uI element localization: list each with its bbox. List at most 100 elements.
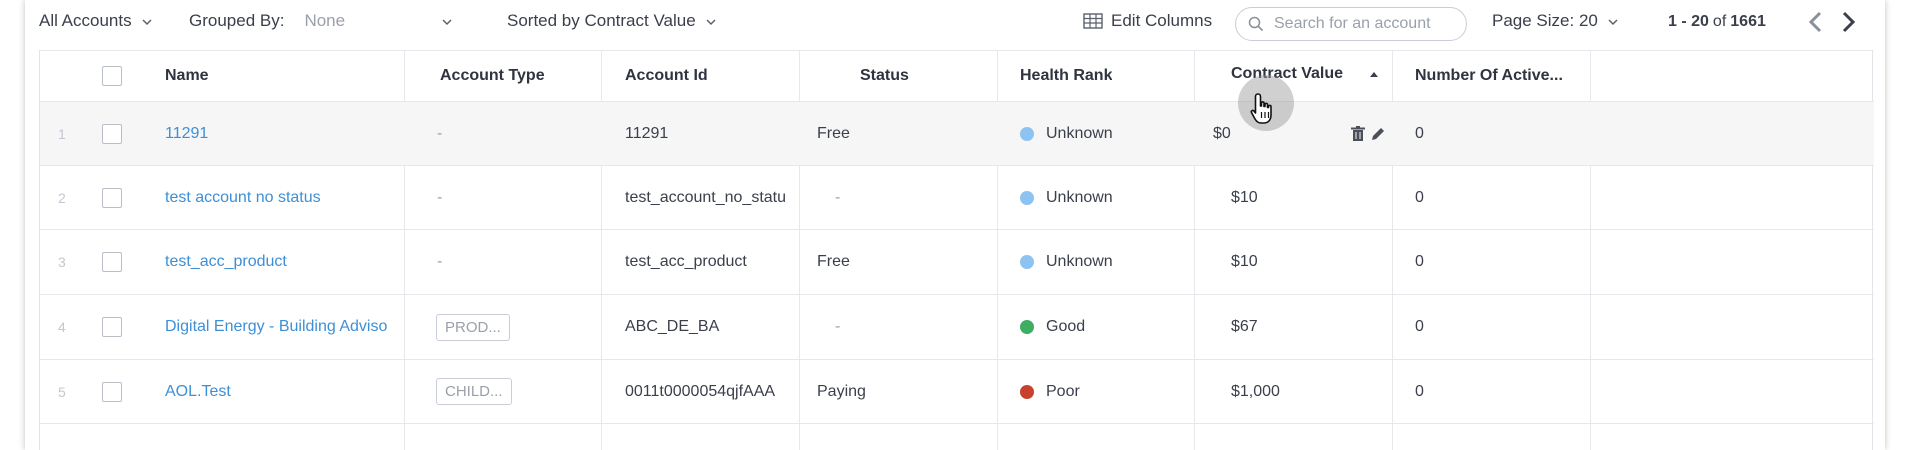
row-checkbox[interactable]: [102, 360, 122, 423]
account-status: Free: [817, 124, 850, 142]
accounts-table: Name Account Type Account Id Status Heal…: [39, 50, 1874, 450]
column-header-status[interactable]: Status: [860, 51, 909, 101]
row-checkbox[interactable]: [102, 102, 122, 165]
sort-ascending-icon: [1369, 70, 1379, 78]
column-header-account-type[interactable]: Account Type: [440, 51, 545, 101]
health-rank-label: Good: [1046, 318, 1086, 335]
column-header-account-id[interactable]: Account Id: [625, 51, 708, 101]
chevron-down-icon: [440, 14, 454, 28]
chevron-right-icon: [1839, 11, 1857, 33]
select-all-checkbox[interactable]: [102, 51, 122, 101]
row-checkbox[interactable]: [102, 230, 122, 294]
account-name-link[interactable]: test_acc_product: [165, 253, 287, 271]
account-status: -: [835, 318, 841, 335]
row-number: 2: [58, 189, 66, 206]
grouped-by-label: Grouped By:: [189, 11, 285, 30]
health-status-dot: [1020, 384, 1034, 399]
grouped-by-value: None: [304, 11, 346, 30]
row-number: 3: [58, 254, 66, 270]
column-header-health-rank[interactable]: Health Rank: [1020, 51, 1112, 101]
column-header-active-users[interactable]: Number Of Active...: [1415, 51, 1563, 101]
account-name-link[interactable]: Digital Energy - Building Adviso: [165, 318, 387, 336]
health-rank-label: Unknown: [1046, 124, 1113, 142]
active-users-count: 0: [1415, 318, 1424, 335]
contract-value: $10: [1231, 253, 1258, 270]
page-size-label: Page Size: 20: [1492, 11, 1598, 30]
table-header: Name Account Type Account Id Status Heal…: [40, 50, 1874, 102]
column-header-name[interactable]: Name: [165, 51, 209, 101]
contract-value: $10: [1231, 188, 1258, 206]
account-type-tag: PROD...: [436, 313, 510, 341]
health-rank: Poor: [1020, 360, 1080, 423]
account-name-link[interactable]: 11291: [165, 125, 208, 143]
health-status-dot: [1020, 126, 1034, 141]
chevron-down-icon: [704, 14, 718, 28]
page-size-selector[interactable]: Page Size: 20: [1492, 11, 1620, 31]
account-id: 11291: [625, 124, 669, 142]
view-label: All Accounts: [39, 11, 132, 30]
active-users-count: 0: [1415, 124, 1424, 142]
account-type: -: [437, 188, 443, 206]
row-number: 1: [58, 125, 66, 142]
table-row[interactable]: 5 AOL.Test CHILD... 0011t0000054qjfAAA P…: [40, 360, 1874, 424]
row-checkbox[interactable]: [102, 166, 122, 229]
contract-value: $1,000: [1231, 382, 1280, 400]
account-id: test_acc_product: [625, 253, 747, 270]
active-users-count: 0: [1415, 188, 1424, 206]
delete-icon[interactable]: [1351, 102, 1365, 165]
row-number: 4: [58, 319, 66, 335]
account-name-link[interactable]: AOL.Test: [165, 383, 231, 401]
hand-cursor-icon: [1249, 92, 1277, 131]
active-users-count: 0: [1415, 382, 1424, 400]
account-status: Paying: [817, 382, 866, 400]
edit-pencil-icon[interactable]: [1370, 102, 1386, 165]
table-row[interactable]: 3 test_acc_product - test_acc_product Fr…: [40, 230, 1874, 295]
row-number: 5: [58, 383, 66, 400]
search-input[interactable]: [1272, 14, 1452, 34]
sort-label: Sorted by Contract Value: [507, 11, 696, 30]
table-row[interactable]: 2 test account no status - test_account_…: [40, 166, 1874, 230]
search-box: [1235, 7, 1467, 41]
health-status-dot: [1020, 190, 1034, 205]
search-icon: [1248, 16, 1264, 32]
pagination-text: 1 - 20 of 1661: [1668, 13, 1766, 31]
edit-columns-button[interactable]: Edit Columns: [1083, 11, 1212, 31]
health-status-dot: [1020, 255, 1034, 269]
row-checkbox[interactable]: [102, 295, 122, 359]
next-page-button[interactable]: [1835, 9, 1861, 35]
account-type: -: [437, 253, 443, 270]
contract-value: $0: [1213, 124, 1231, 142]
health-rank-label: Poor: [1046, 382, 1080, 400]
chevron-down-icon: [1606, 14, 1620, 28]
health-rank: Unknown: [1020, 166, 1113, 229]
health-rank: Unknown: [1020, 102, 1113, 165]
table-row[interactable]: 1 11291 - 11291 Free Unknown $0 0: [40, 102, 1874, 166]
account-id: 0011t0000054qjfAAA: [625, 382, 776, 400]
grouped-by-selector[interactable]: Grouped By: None: [189, 11, 454, 31]
page-of: of: [1712, 13, 1727, 30]
prev-page-button[interactable]: [1803, 9, 1829, 35]
view-selector[interactable]: All Accounts: [39, 11, 154, 31]
chevron-left-icon: [1807, 11, 1825, 33]
page-range: 1 - 20: [1668, 13, 1709, 30]
account-id: test_account_no_statu: [625, 188, 787, 206]
edit-columns-label: Edit Columns: [1111, 11, 1213, 30]
health-rank-label: Unknown: [1046, 188, 1113, 206]
columns-icon: [1083, 13, 1103, 29]
account-name-link[interactable]: test account no status: [165, 189, 321, 207]
active-users-count: 0: [1415, 253, 1424, 270]
account-status: -: [835, 188, 841, 206]
health-rank-label: Unknown: [1046, 253, 1113, 270]
health-rank: Good: [1020, 295, 1085, 359]
table-row[interactable]: 4 Digital Energy - Building Adviso PROD.…: [40, 295, 1874, 360]
contract-value: $67: [1231, 318, 1258, 335]
chevron-down-icon: [140, 14, 154, 28]
account-type: -: [437, 124, 443, 142]
toolbar: All Accounts Grouped By: None Sorted by …: [25, 0, 1885, 44]
account-type-tag: CHILD...: [436, 378, 512, 405]
sort-selector[interactable]: Sorted by Contract Value: [507, 11, 718, 31]
health-status-dot: [1020, 320, 1034, 334]
health-rank: Unknown: [1020, 230, 1113, 294]
account-id: ABC_DE_BA: [625, 318, 720, 335]
account-status: Free: [817, 253, 850, 270]
